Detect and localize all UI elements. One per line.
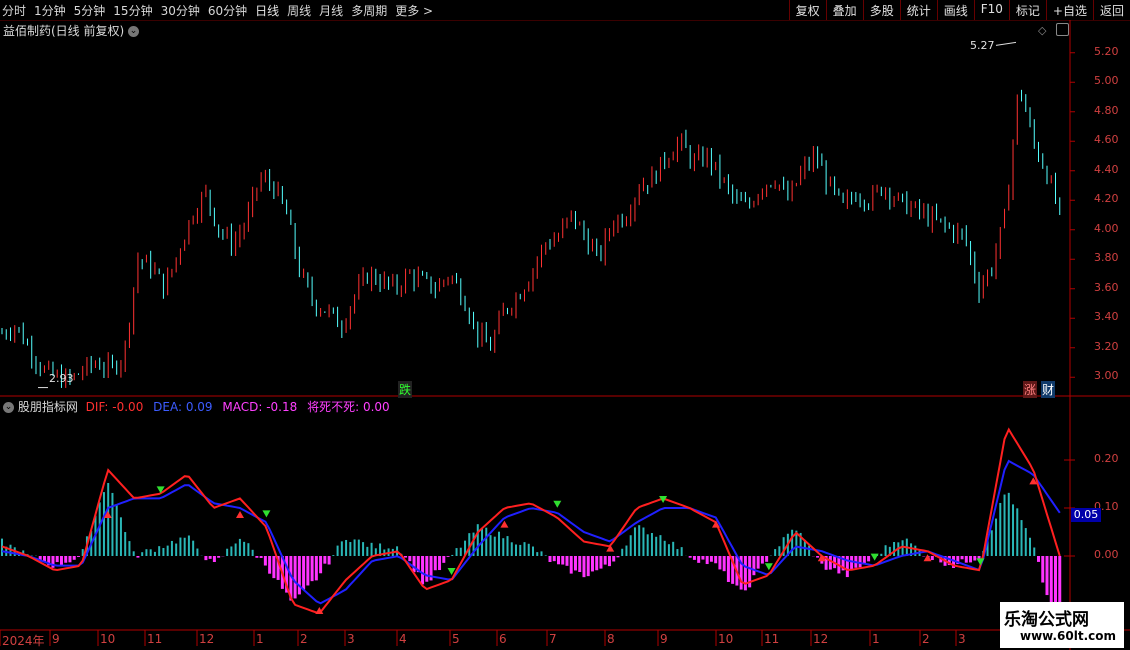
watermark-url: www.60lt.com bbox=[1020, 629, 1117, 643]
price-tick-label-5: 4.20 bbox=[1094, 192, 1119, 206]
badge-die[interactable]: 跌 bbox=[398, 381, 413, 398]
date-label-0: 2024年 bbox=[2, 634, 45, 648]
date-label-13: 9 bbox=[660, 632, 668, 646]
price-tick-label-1: 5.00 bbox=[1094, 74, 1119, 88]
badge-zhang[interactable]: 涨 bbox=[1023, 381, 1038, 398]
date-label-19: 3 bbox=[958, 632, 966, 646]
date-label-3: 11 bbox=[147, 632, 163, 646]
date-label-7: 3 bbox=[347, 632, 355, 646]
signal-arrow-7 bbox=[553, 500, 562, 508]
ind-tick-label-0: 0.20 bbox=[1094, 452, 1119, 465]
price-tick-label-8: 3.60 bbox=[1094, 280, 1119, 294]
chevron-down-icon[interactable]: ⌄ bbox=[3, 402, 14, 413]
price-tick-label-7: 3.80 bbox=[1094, 251, 1119, 265]
dea-value: DEA: 0.09 bbox=[153, 400, 213, 414]
price-tick-label-10: 3.20 bbox=[1094, 339, 1119, 353]
date-label-11: 7 bbox=[549, 632, 557, 646]
price-tick-label-11: 3.00 bbox=[1094, 369, 1119, 383]
price-tick-label-4: 4.40 bbox=[1094, 162, 1119, 176]
date-label-17: 1 bbox=[872, 632, 880, 646]
dif-line bbox=[1, 427, 1061, 614]
watermark-title: 乐淘公式网 bbox=[1004, 610, 1089, 630]
price-tick-label-6: 4.00 bbox=[1094, 221, 1119, 235]
date-label-18: 2 bbox=[922, 632, 930, 646]
price-tick-label-2: 4.80 bbox=[1094, 103, 1119, 117]
date-label-16: 12 bbox=[813, 632, 829, 646]
signal-arrow-3 bbox=[262, 510, 271, 518]
dea-line bbox=[1, 459, 1061, 605]
ind-tick-label-2: 0.00 bbox=[1094, 548, 1119, 561]
badge-cai[interactable]: 财 bbox=[1041, 381, 1056, 398]
signal-arrow-15 bbox=[976, 558, 985, 566]
date-label-12: 8 bbox=[607, 632, 615, 646]
indicator-title: ⌄ 股朋指标网 DIF: -0.00 DEA: 0.09 MACD: -0.18… bbox=[3, 398, 390, 415]
signal-arrow-2 bbox=[235, 511, 244, 518]
high-arrow bbox=[995, 41, 1017, 46]
signal-arrow-13 bbox=[870, 553, 879, 561]
date-label-8: 4 bbox=[399, 632, 407, 646]
extra-value: 将死不死: 0.00 bbox=[307, 400, 390, 414]
signal-arrow-14 bbox=[923, 554, 932, 562]
date-label-4: 12 bbox=[199, 632, 215, 646]
low-price-label: 2.93 bbox=[49, 372, 74, 385]
date-label-2: 10 bbox=[100, 632, 116, 646]
price-tick-label-3: 4.60 bbox=[1094, 133, 1119, 147]
price-tick-label-9: 3.40 bbox=[1094, 310, 1119, 324]
date-label-6: 2 bbox=[300, 632, 308, 646]
dif-value: DIF: -0.00 bbox=[85, 400, 144, 414]
date-label-14: 10 bbox=[718, 632, 734, 646]
current-value-marker: 0.05 bbox=[1071, 508, 1101, 522]
date-label-5: 1 bbox=[256, 632, 264, 646]
indicator-name: 股朋指标网 bbox=[17, 400, 78, 414]
macd-value: MACD: -0.18 bbox=[222, 400, 298, 414]
high-price-label: 5.27 bbox=[970, 39, 995, 52]
price-tick-label-0: 5.20 bbox=[1094, 44, 1119, 58]
watermark: 乐淘公式网 www.60lt.com bbox=[1000, 602, 1124, 648]
date-label-10: 6 bbox=[499, 632, 507, 646]
date-label-9: 5 bbox=[452, 632, 460, 646]
date-label-15: 11 bbox=[764, 632, 780, 646]
date-label-1: 9 bbox=[52, 632, 60, 646]
chart-canvas[interactable] bbox=[0, 0, 1130, 650]
